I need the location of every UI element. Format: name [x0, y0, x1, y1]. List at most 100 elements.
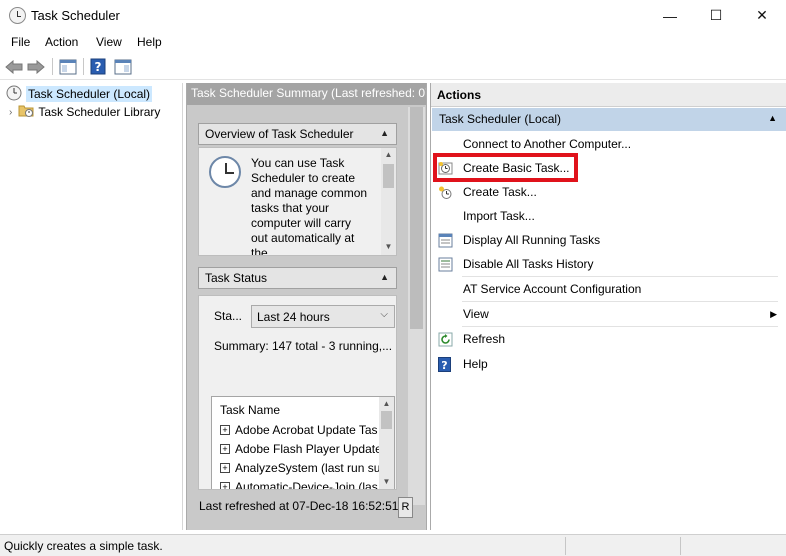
action-label: Import Task... [463, 209, 535, 223]
show-hide-action-pane-icon[interactable] [113, 57, 133, 76]
scroll-thumb[interactable] [410, 107, 423, 329]
help-icon: ? [438, 356, 453, 372]
divider [462, 301, 778, 302]
table-row[interactable]: + Adobe Acrobat Update Tas [220, 423, 378, 437]
clock-icon [209, 156, 241, 188]
svg-text:?: ? [441, 359, 447, 372]
task-name: AnalyzeSystem (last run su [235, 461, 381, 475]
toolbar: ? [0, 53, 786, 80]
menu-action[interactable]: Action [45, 35, 78, 49]
status-label: Sta... [214, 309, 243, 323]
refresh-icon [438, 332, 453, 347]
actions-pane: Actions Task Scheduler (Local) ▲ Connect… [430, 83, 786, 530]
overview-title: Overview of Task Scheduler [205, 127, 354, 141]
table-row[interactable]: + Automatic-Device-Join (las [220, 480, 378, 490]
refresh-button[interactable]: R [398, 497, 413, 518]
expand-icon[interactable]: + [220, 463, 230, 473]
action-label: Connect to Another Computer... [463, 137, 632, 151]
task-status-body: Sta... Last 24 hours ⌵ Summary: 147 tota… [198, 295, 397, 490]
help-icon[interactable]: ? [88, 57, 108, 76]
history-icon [438, 257, 453, 272]
time-range-value: Last 24 hours [257, 310, 330, 324]
expand-icon[interactable]: + [220, 444, 230, 454]
action-refresh[interactable]: Refresh [431, 329, 786, 349]
collapse-caret-icon[interactable]: ▲ [380, 272, 389, 282]
overview-text: You can use Task Scheduler to create and… [251, 156, 368, 256]
action-view[interactable]: View ▶ [431, 304, 786, 324]
task-name: Automatic-Device-Join (las [235, 480, 378, 490]
action-label: View [463, 307, 489, 321]
action-create-task[interactable]: Create Task... [431, 182, 786, 202]
actions-section-header[interactable]: Task Scheduler (Local) ▲ [432, 108, 786, 131]
create-task-icon [438, 185, 453, 200]
action-label: AT Service Account Configuration [463, 282, 642, 296]
scroll-up-icon[interactable]: ▲ [381, 148, 396, 161]
close-button[interactable]: ✕ [739, 0, 785, 31]
expand-icon[interactable]: + [220, 482, 230, 489]
action-connect-to-another-computer[interactable]: Connect to Another Computer... [431, 134, 786, 154]
collapse-caret-icon[interactable]: ▲ [380, 128, 389, 138]
time-range-select[interactable]: Last 24 hours ⌵ [251, 305, 395, 328]
window-title: Task Scheduler [31, 8, 120, 23]
chevron-right-icon[interactable]: › [9, 107, 12, 118]
expand-icon[interactable]: + [220, 425, 230, 435]
menu-file[interactable]: File [11, 35, 30, 49]
overview-body: You can use Task Scheduler to create and… [198, 147, 397, 256]
show-hide-console-tree-icon[interactable] [58, 57, 78, 76]
actions-section-title: Task Scheduler (Local) [439, 112, 562, 126]
action-label: Refresh [463, 332, 506, 346]
task-status-section-header[interactable]: Task Status ▲ [198, 267, 397, 289]
action-import-task[interactable]: Import Task... [431, 206, 786, 226]
action-disable-all-tasks-history[interactable]: Disable All Tasks History [431, 254, 786, 274]
action-at-service-account-configuration[interactable]: AT Service Account Configuration [431, 279, 786, 299]
maximize-button[interactable]: ☐ [693, 0, 739, 31]
divider [462, 326, 778, 327]
task-list[interactable]: Task Name + Adobe Acrobat Update Tas + A… [211, 396, 395, 490]
scroll-thumb[interactable] [383, 164, 394, 188]
menu-help[interactable]: Help [137, 35, 162, 49]
actions-header: Actions [431, 83, 786, 107]
task-list-scrollbar[interactable]: ▲ ▼ [379, 397, 394, 489]
task-status-title: Task Status [205, 271, 268, 285]
tree-item-task-scheduler-local[interactable]: Task Scheduler (Local) [0, 85, 153, 104]
scroll-down-icon[interactable]: ▼ [379, 475, 394, 488]
forward-arrow-icon[interactable] [26, 57, 46, 76]
table-row[interactable]: + Adobe Flash Player Update [220, 442, 382, 456]
action-label: Create Task... [463, 185, 537, 199]
clock-icon [6, 85, 22, 104]
scroll-thumb[interactable] [381, 411, 392, 429]
status-text: Quickly creates a simple task. [4, 539, 163, 553]
task-name: Adobe Flash Player Update [235, 442, 382, 456]
svg-text:?: ? [95, 60, 102, 74]
action-label: Help [463, 357, 488, 371]
console-tree: Task Scheduler (Local) › Task Scheduler … [0, 83, 183, 530]
summary-header: Task Scheduler Summary (Last refreshed: … [187, 83, 426, 105]
scroll-down-icon[interactable]: ▼ [381, 240, 396, 253]
action-label: Disable All Tasks History [463, 257, 594, 271]
table-row[interactable]: + AnalyzeSystem (last run su [220, 461, 380, 475]
summary-pane: Task Scheduler Summary (Last refreshed: … [186, 83, 427, 530]
menu-bar: File Action View Help [0, 31, 786, 53]
title-bar: Task Scheduler — ☐ ✕ [0, 0, 786, 31]
task-name-column-header[interactable]: Task Name [220, 403, 280, 417]
minimize-button[interactable]: — [647, 0, 693, 31]
menu-view[interactable]: View [96, 35, 122, 49]
task-scheduler-app-icon [9, 7, 26, 24]
back-arrow-icon[interactable] [4, 57, 24, 76]
running-tasks-icon [438, 233, 453, 248]
chevron-down-icon: ⌵ [380, 309, 388, 320]
status-bar: Quickly creates a simple task. [0, 534, 786, 556]
action-display-all-running-tasks[interactable]: Display All Running Tasks [431, 230, 786, 250]
tree-item-task-scheduler-library[interactable]: › Task Scheduler Library [0, 103, 160, 121]
last-refreshed-text: Last refreshed at 07-Dec-18 16:52:51 [199, 499, 399, 513]
action-help[interactable]: ? Help [431, 354, 786, 374]
overview-scrollbar[interactable]: ▲ ▼ [381, 148, 396, 255]
overview-section-header[interactable]: Overview of Task Scheduler ▲ [198, 123, 397, 145]
action-label: Display All Running Tasks [463, 233, 601, 247]
divider [462, 276, 778, 277]
summary-scrollbar[interactable] [408, 107, 425, 505]
highlight-annotation [433, 153, 578, 182]
tree-item-label: Task Scheduler Library [38, 105, 161, 119]
collapse-caret-icon[interactable]: ▲ [768, 113, 777, 123]
scroll-up-icon[interactable]: ▲ [379, 397, 394, 410]
